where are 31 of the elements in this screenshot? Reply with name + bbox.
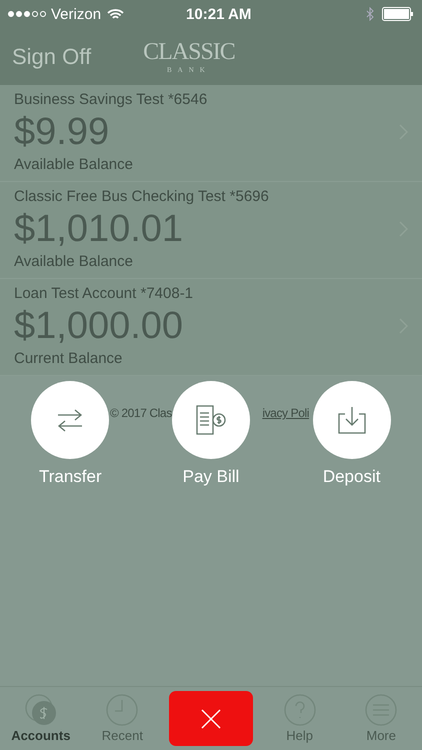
account-balance: $9.99 <box>14 110 110 155</box>
account-row[interactable]: Loan Test Account *7408-1 $1,000.00 Current Balance <box>0 279 422 376</box>
copyright-text: © 2017 Clas <box>110 406 172 420</box>
account-name: Classic Free Bus Checking Test *5696 <box>14 188 270 205</box>
account-name: Business Savings Test *6546 <box>14 91 208 108</box>
balance-caption: Available Balance <box>14 156 134 173</box>
bluetooth-icon <box>366 7 374 21</box>
account-balance: $1,010.01 <box>14 207 184 252</box>
arrows-icon <box>56 408 84 432</box>
wifi-icon <box>107 8 124 20</box>
account-row[interactable]: Business Savings Test *6546 $9.99 Available Balance <box>0 85 422 182</box>
carrier: Verizon <box>51 6 102 22</box>
money-icon <box>24 694 58 726</box>
account-balance: $1,000.00 <box>14 304 184 349</box>
tab-item[interactable]: Help <box>264 693 335 744</box>
privacy-link[interactable]: ivacy Poli <box>262 406 309 420</box>
status-time: 10:21 AM <box>186 6 252 22</box>
sign-off-button[interactable]: Sign Off <box>12 44 92 70</box>
tab-item[interactable]: Recent <box>87 693 158 744</box>
account-name: Loan Test Account *7408-1 <box>14 285 194 302</box>
tab-item[interactable]: Accounts <box>6 693 76 744</box>
close-button[interactable] <box>168 691 253 746</box>
account-row[interactable]: Classic Free Bus Checking Test *5696 $1,010.01 Available Balance <box>0 182 422 279</box>
download-icon <box>336 406 367 434</box>
close-icon <box>200 708 221 728</box>
tab-item[interactable]: More <box>346 693 416 744</box>
signal-icon <box>8 11 46 17</box>
balance-caption: Available Balance <box>14 253 134 270</box>
balance-caption: Current Balance <box>14 350 124 367</box>
bill-icon <box>194 405 227 435</box>
battery-icon <box>382 7 414 21</box>
